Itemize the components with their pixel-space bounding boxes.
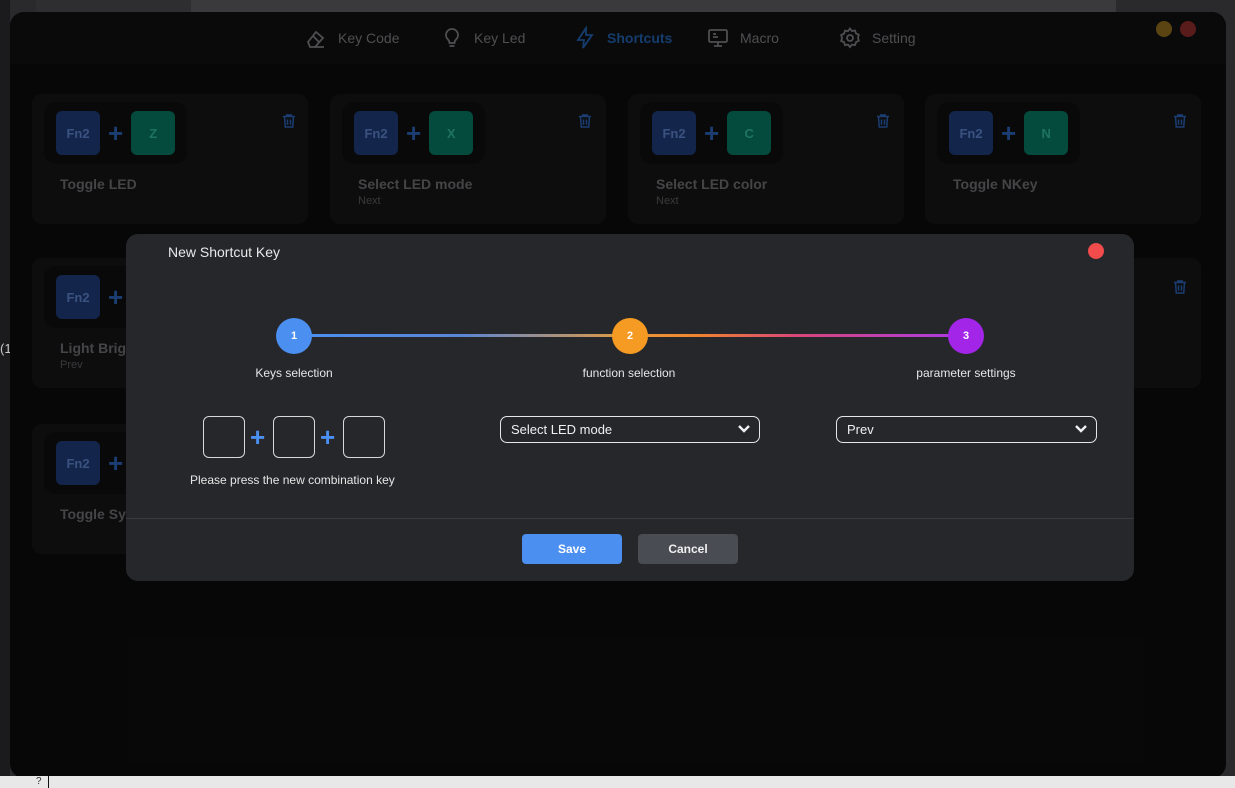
step-1-indicator: 1: [276, 318, 312, 354]
combo-key-slot-2[interactable]: [273, 416, 315, 458]
plus-icon: +: [320, 422, 336, 452]
step-1-label: Keys selection: [255, 366, 333, 380]
step-2-label: function selection: [582, 366, 676, 380]
combo-hint: Please press the new combination key: [190, 473, 395, 487]
step-3-indicator: 3: [948, 318, 984, 354]
combo-key-slot-3[interactable]: [343, 416, 385, 458]
text-cursor: [48, 776, 49, 788]
new-shortcut-dialog: New Shortcut Key 1 2 3 Keys selection fu…: [126, 234, 1134, 581]
function-select[interactable]: Select LED mode: [500, 416, 760, 443]
save-button[interactable]: Save: [522, 534, 622, 564]
chevron-down-icon: [1075, 425, 1087, 433]
function-select-value: Select LED mode: [511, 422, 613, 437]
cancel-button[interactable]: Cancel: [638, 534, 738, 564]
parameter-select-value: Prev: [847, 422, 874, 437]
taskbar-strip: ?: [0, 776, 1235, 788]
taskbar-text: ?: [36, 776, 42, 787]
step-2-indicator: 2: [612, 318, 648, 354]
chevron-down-icon: [738, 425, 750, 433]
dialog-title: New Shortcut Key: [168, 244, 281, 260]
step-3-label: parameter settings: [916, 366, 1016, 380]
plus-icon: +: [250, 422, 266, 452]
background-strip: [0, 0, 10, 788]
background-strip-top-inner: [36, 0, 191, 12]
combo-key-slot-1[interactable]: [203, 416, 245, 458]
dialog-close-button[interactable]: [1088, 243, 1104, 259]
dialog-divider: [126, 518, 1134, 519]
parameter-select[interactable]: Prev: [836, 416, 1097, 443]
background-strip-top: [36, 0, 1116, 12]
